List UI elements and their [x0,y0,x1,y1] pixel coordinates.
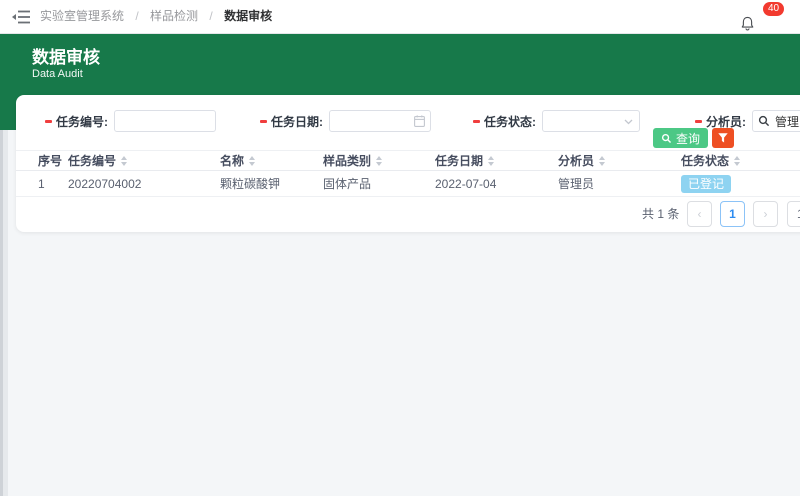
col-task-date[interactable]: 任务日期 [435,152,558,169]
cell-index: 1 [38,177,68,191]
filter-task-date: 任务日期: [260,110,431,132]
sort-carets-icon[interactable] [488,156,494,166]
col-analyst-label: 分析员 [558,152,594,169]
sort-carets-icon[interactable] [599,156,605,166]
col-name-label: 名称 [220,152,244,169]
left-edge-strip-light [3,130,8,496]
analyst-input[interactable] [775,114,800,128]
actions-row: 查询 [653,128,734,148]
bell-icon [740,15,755,32]
breadcrumb-item-system[interactable]: 实验室管理系统 [40,9,124,23]
breadcrumb-item-data-audit: 数据审核 [224,9,272,23]
required-mark [695,120,702,123]
sort-carets-icon[interactable] [249,156,255,166]
sort-carets-icon[interactable] [376,156,382,166]
menu-fold-icon[interactable] [12,10,30,24]
pagination: 共 1 条 ‹ 1 › 10 [16,201,800,227]
filter-task-status-label: 任务状态: [484,113,536,130]
cell-task-no: 20220704002 [68,177,220,191]
cell-analyst: 管理员 [558,175,681,192]
col-index: 序号 [38,152,68,169]
pagination-page-1[interactable]: 1 [720,201,745,227]
page-subtitle: Data Audit [32,68,83,80]
query-button-label: 查询 [676,130,700,147]
analyst-search-field[interactable] [752,110,800,132]
breadcrumb: 实验室管理系统 / 样品检测 / 数据审核 [40,0,272,33]
breadcrumb-item-sample-testing[interactable]: 样品检测 [150,9,198,23]
required-mark [473,120,480,123]
page-title: 数据审核 [32,43,100,68]
table-header-row: 序号 任务编号 名称 样品类别 任务日期 [16,150,800,171]
pagination-prev-button[interactable]: ‹ [687,201,712,227]
col-task-no[interactable]: 任务编号 [68,152,220,169]
task-date-input[interactable] [329,110,431,132]
cell-task-date: 2022-07-04 [435,177,558,191]
breadcrumb-separator: / [209,9,212,23]
chevron-down-icon [624,119,633,125]
data-audit-card: 任务编号: 任务日期: 任务状态: [16,95,800,232]
col-task-date-label: 任务日期 [435,152,483,169]
cell-sample-type: 固体产品 [323,175,435,192]
data-audit-page: 实验室管理系统 / 样品检测 / 数据审核 40 数据审核 Data Audit… [0,0,800,496]
filter-task-status: 任务状态: [473,110,640,132]
table-row[interactable]: 1 20220704002 颗粒碳酸钾 固体产品 2022-07-04 管理员 … [16,171,800,197]
top-bar: 实验室管理系统 / 样品检测 / 数据审核 40 [0,0,800,34]
pagination-next-button[interactable]: › [753,201,778,227]
filter-analyst-label: 分析员: [706,113,746,130]
filter-task-no: 任务编号: [45,110,216,132]
filter-task-no-label: 任务编号: [56,113,108,130]
query-button[interactable]: 查询 [653,128,708,148]
task-no-input[interactable] [114,110,216,132]
col-task-status-label: 任务状态 [681,152,729,169]
cell-name: 颗粒碳酸钾 [220,175,323,192]
col-index-label: 序号 [38,152,62,169]
required-mark [45,120,52,123]
filter-button[interactable] [712,128,734,148]
funnel-icon [718,133,728,143]
col-sample-type-label: 样品类别 [323,152,371,169]
results-table: 序号 任务编号 名称 样品类别 任务日期 [16,150,800,197]
notification-count-badge: 40 [763,2,784,16]
sort-carets-icon[interactable] [121,156,127,166]
task-status-select[interactable] [542,110,640,132]
breadcrumb-separator: / [135,9,138,23]
pagination-page-size-select[interactable]: 10 [787,201,800,227]
search-icon [758,115,770,127]
notification-bell-button[interactable]: 40 [740,8,770,32]
search-icon [661,133,672,144]
col-sample-type[interactable]: 样品类别 [323,152,435,169]
required-mark [260,120,267,123]
cell-task-status: 已登记 [681,175,800,193]
pagination-total: 共 1 条 [642,201,679,227]
col-analyst[interactable]: 分析员 [558,152,681,169]
status-badge: 已登记 [681,175,731,193]
col-task-no-label: 任务编号 [68,152,116,169]
filter-task-date-label: 任务日期: [271,113,323,130]
sort-carets-icon[interactable] [734,156,740,166]
col-task-status[interactable]: 任务状态 [681,152,800,169]
col-name[interactable]: 名称 [220,152,323,169]
